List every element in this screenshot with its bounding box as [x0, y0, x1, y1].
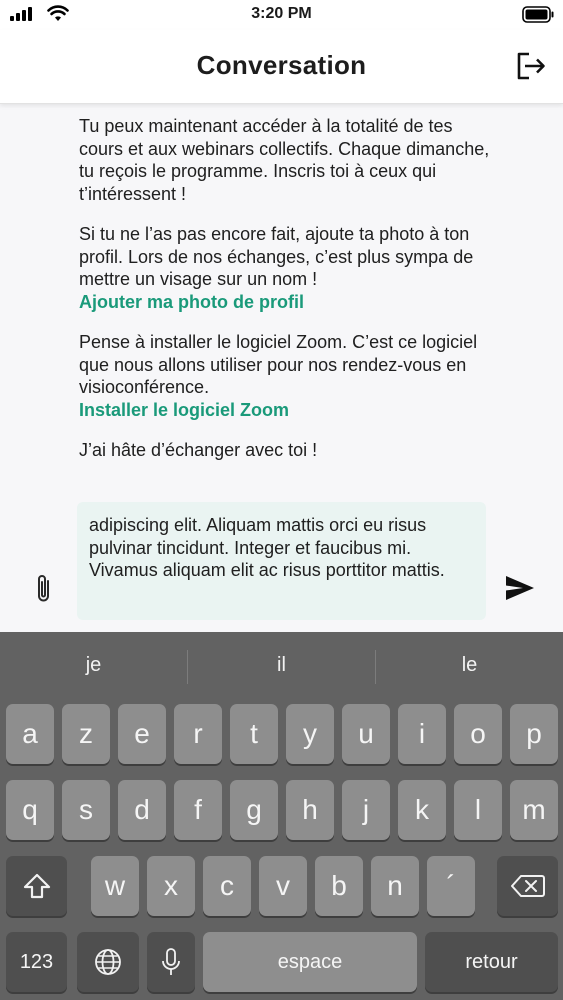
header: Conversation: [0, 30, 563, 104]
key-f[interactable]: f: [174, 780, 222, 840]
key-q[interactable]: q: [6, 780, 54, 840]
key-m[interactable]: m: [510, 780, 558, 840]
shift-icon: [23, 873, 50, 899]
install-zoom-link[interactable]: Installer le logiciel Zoom: [79, 399, 499, 422]
key-s[interactable]: s: [62, 780, 110, 840]
battery-icon: [522, 6, 554, 23]
key-a[interactable]: a: [6, 704, 54, 764]
logout-button[interactable]: [515, 50, 547, 82]
key-b[interactable]: b: [315, 856, 363, 916]
key-h[interactable]: h: [286, 780, 334, 840]
globe-key[interactable]: [77, 932, 139, 992]
status-bar: 3:20 PM: [0, 0, 563, 30]
message-paragraph: Si tu ne l’as pas encore fait, ajoute ta…: [79, 223, 499, 313]
key-w[interactable]: w: [91, 856, 139, 916]
add-profile-photo-link[interactable]: Ajouter ma photo de profil: [79, 291, 499, 314]
backspace-icon: [510, 875, 545, 897]
key-u[interactable]: u: [342, 704, 390, 764]
key-n[interactable]: n: [371, 856, 419, 916]
status-time: 3:20 PM: [251, 5, 312, 22]
logout-icon: [517, 52, 545, 80]
suggestion-item[interactable]: il: [188, 654, 375, 677]
key-t[interactable]: t: [230, 704, 278, 764]
key-v[interactable]: v: [259, 856, 307, 916]
suggestion-bar: je il le: [0, 632, 563, 702]
return-key[interactable]: retour: [425, 932, 558, 992]
key-z[interactable]: z: [62, 704, 110, 764]
key-x[interactable]: x: [147, 856, 195, 916]
microphone-icon: [162, 948, 180, 975]
key-p[interactable]: p: [510, 704, 558, 764]
message-input[interactable]: adipiscing elit. Aliquam mattis orci eu …: [77, 502, 486, 620]
key-o[interactable]: o: [454, 704, 502, 764]
key-e[interactable]: e: [118, 704, 166, 764]
backspace-key[interactable]: [497, 856, 558, 916]
key-c[interactable]: c: [203, 856, 251, 916]
space-key[interactable]: espace: [203, 932, 417, 992]
key-g[interactable]: g: [230, 780, 278, 840]
message-bubble: Tu peux maintenant accéder à la totalité…: [79, 115, 499, 480]
key-acute-accent[interactable]: ´: [427, 856, 475, 916]
keyboard: je il le a z e r t y u i o p q s d f g h…: [0, 632, 563, 1000]
key-i[interactable]: i: [398, 704, 446, 764]
numbers-key[interactable]: 123: [6, 932, 67, 992]
send-icon: [506, 576, 534, 600]
message-text: Si tu ne l’as pas encore fait, ajoute ta…: [79, 224, 474, 289]
key-j[interactable]: j: [342, 780, 390, 840]
microphone-key[interactable]: [147, 932, 195, 992]
suggestion-item[interactable]: le: [376, 654, 563, 677]
key-k[interactable]: k: [398, 780, 446, 840]
message-paragraph: Tu peux maintenant accéder à la totalité…: [79, 116, 490, 204]
paperclip-icon: [38, 575, 49, 602]
attach-button[interactable]: [30, 572, 58, 606]
key-d[interactable]: d: [118, 780, 166, 840]
message-text: Pense à installer le logiciel Zoom. C’es…: [79, 332, 478, 397]
page-title: Conversation: [196, 50, 367, 80]
message-paragraph: J’ai hâte d’échanger avec toi !: [79, 440, 318, 460]
key-y[interactable]: y: [286, 704, 334, 764]
globe-icon: [95, 949, 121, 975]
shift-key[interactable]: [6, 856, 67, 916]
suggestion-item[interactable]: je: [0, 654, 187, 677]
send-button[interactable]: [504, 572, 536, 604]
key-r[interactable]: r: [174, 704, 222, 764]
key-l[interactable]: l: [454, 780, 502, 840]
message-paragraph: Pense à installer le logiciel Zoom. C’es…: [79, 331, 499, 421]
